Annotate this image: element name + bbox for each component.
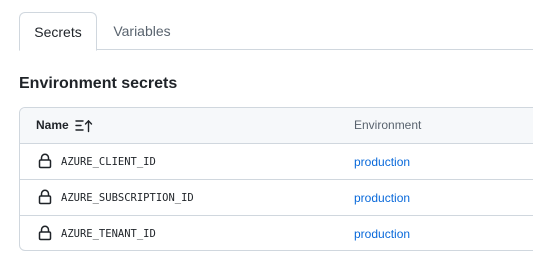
tab-bar: Secrets Variables [19,12,533,51]
section-title: Environment secrets [19,75,178,92]
table-header: Name Environment [20,108,533,144]
table-row: AZURE_CLIENT_ID production [20,144,533,180]
secret-name: AZURE_TENANT_ID [61,228,156,240]
secret-name: AZURE_SUBSCRIPTION_ID [61,192,194,204]
lock-icon [38,225,52,241]
environment-link[interactable]: production [354,144,410,180]
environment-link[interactable]: production [354,216,410,250]
lock-icon [38,153,52,169]
name-column-header[interactable]: Name [36,108,69,143]
tab-variables[interactable]: Variables [99,12,185,50]
environment-link[interactable]: production [354,180,410,216]
secrets-table: Name Environment AZURE_CLIENT_ID product… [19,107,533,251]
tab-secrets[interactable]: Secrets [19,12,97,51]
environment-column-header: Environment [354,118,422,132]
table-row: AZURE_TENANT_ID production [20,216,533,250]
table-row: AZURE_SUBSCRIPTION_ID production [20,180,533,216]
sort-ascending-icon[interactable] [75,119,93,133]
secret-name: AZURE_CLIENT_ID [61,156,156,168]
name-column-label: Name [36,118,69,132]
lock-icon [38,189,52,205]
